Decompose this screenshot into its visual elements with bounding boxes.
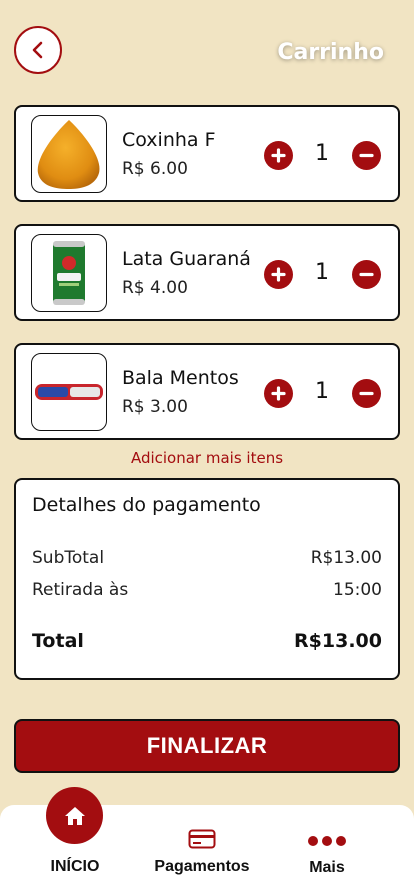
cart-item: Coxinha F R$ 6.00 1 xyxy=(14,105,400,202)
home-icon xyxy=(64,806,85,825)
decrease-quantity-button[interactable] xyxy=(352,141,381,170)
nav-item-payments[interactable]: Pagamentos xyxy=(140,829,264,876)
pickup-row: Retirada às 15:00 xyxy=(32,580,382,600)
payment-details-card: Detalhes do pagamento SubTotal R$13.00 R… xyxy=(14,478,400,680)
add-more-items-link[interactable]: Adicionar mais itens xyxy=(0,449,414,467)
minus-icon xyxy=(359,391,374,396)
nav-label-more: Mais xyxy=(309,859,345,876)
quantity-value: 1 xyxy=(315,141,329,166)
more-dots-icon xyxy=(308,836,346,846)
plus-icon xyxy=(271,148,286,163)
quantity-value: 1 xyxy=(315,379,329,404)
decrease-quantity-button[interactable] xyxy=(352,379,381,408)
back-button[interactable] xyxy=(14,26,62,74)
payment-details-title: Detalhes do pagamento xyxy=(32,494,261,516)
quantity-value: 1 xyxy=(315,260,329,285)
subtotal-value: R$13.00 xyxy=(310,548,382,568)
finalize-button[interactable]: FINALIZAR xyxy=(14,719,400,773)
plus-icon xyxy=(271,386,286,401)
subtotal-row: SubTotal R$13.00 xyxy=(32,548,382,568)
home-button-circle xyxy=(46,787,103,844)
item-name: Bala Mentos xyxy=(122,367,239,389)
subtotal-label: SubTotal xyxy=(32,548,105,568)
item-name: Lata Guaraná xyxy=(122,248,251,270)
page-title: Carrinho xyxy=(277,40,384,65)
product-image-coxinha xyxy=(31,115,107,193)
nav-label-home: INÍCIO xyxy=(50,858,100,875)
item-price: R$ 3.00 xyxy=(122,397,188,417)
credit-card-icon xyxy=(188,829,216,849)
nav-label-payments: Pagamentos xyxy=(154,858,250,875)
chevron-left-icon xyxy=(32,41,43,59)
minus-icon xyxy=(359,153,374,158)
bottom-nav: INÍCIO Pagamentos Mais xyxy=(0,787,414,896)
nav-item-home[interactable]: INÍCIO xyxy=(30,787,120,876)
increase-quantity-button[interactable] xyxy=(264,260,293,289)
cart-item: Bala Mentos R$ 3.00 1 xyxy=(14,343,400,440)
total-label: Total xyxy=(32,630,84,652)
item-price: R$ 6.00 xyxy=(122,159,188,179)
product-image-guarana-can xyxy=(31,234,107,312)
increase-quantity-button[interactable] xyxy=(264,141,293,170)
nav-item-more[interactable]: Mais xyxy=(296,835,358,877)
decrease-quantity-button[interactable] xyxy=(352,260,381,289)
pickup-label: Retirada às xyxy=(32,580,129,600)
pickup-value: 15:00 xyxy=(333,580,382,600)
item-name: Coxinha F xyxy=(122,129,216,151)
product-image-mentos-roll xyxy=(31,353,107,431)
cart-item: Lata Guaraná R$ 4.00 1 xyxy=(14,224,400,321)
total-value: R$13.00 xyxy=(294,630,382,652)
increase-quantity-button[interactable] xyxy=(264,379,293,408)
plus-icon xyxy=(271,267,286,282)
minus-icon xyxy=(359,272,374,277)
item-price: R$ 4.00 xyxy=(122,278,188,298)
total-row: Total R$13.00 xyxy=(32,630,382,652)
